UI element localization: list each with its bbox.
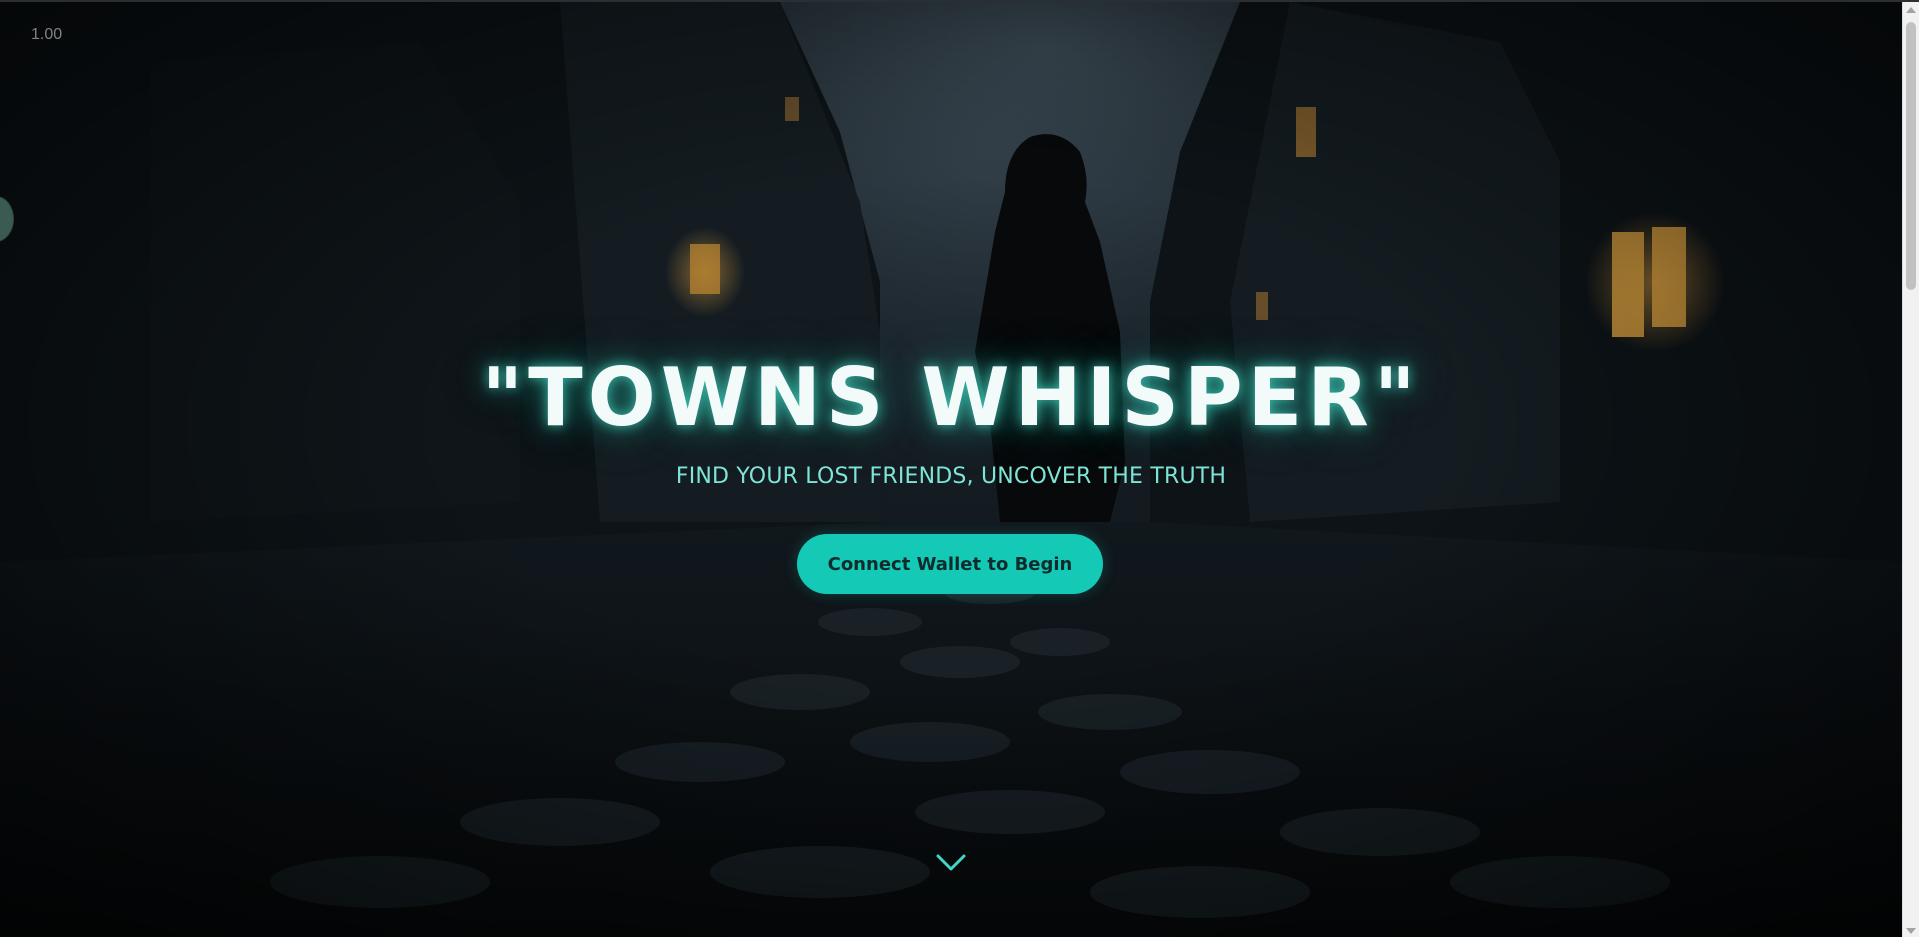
scroll-up-icon[interactable] <box>1906 7 1916 13</box>
scroll-down-arrow-icon[interactable] <box>1906 928 1916 934</box>
chevron-down-icon[interactable] <box>935 852 967 874</box>
connect-wallet-button[interactable]: Connect Wallet to Begin <box>797 534 1103 594</box>
page-title: "TOWNS WHISPER" <box>481 351 1421 444</box>
page-viewport: 1.00 "TOWNS WHISPER" FIND YOUR LOST FRIE… <box>0 0 1919 937</box>
page-subtitle: FIND YOUR LOST FRIENDS, UNCOVER THE TRUT… <box>675 464 1227 489</box>
vertical-scrollbar[interactable] <box>1902 2 1919 937</box>
hero-section: "TOWNS WHISPER" FIND YOUR LOST FRIENDS, … <box>0 2 1902 937</box>
scrollbar-thumb[interactable] <box>1906 22 1916 290</box>
